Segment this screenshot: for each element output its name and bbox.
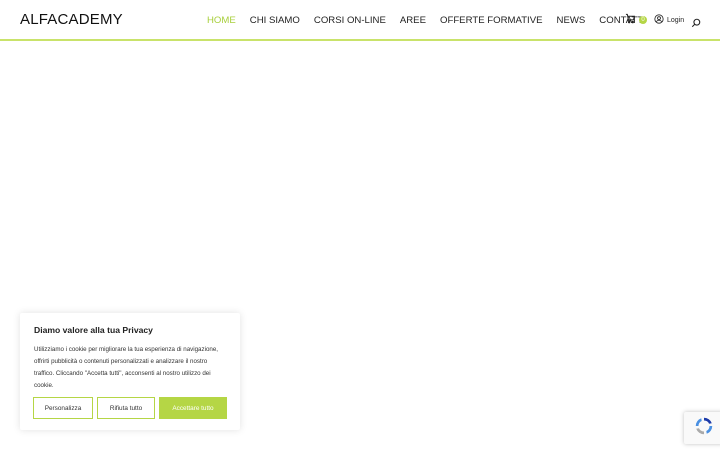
site-logo[interactable]: ALFACADEMY	[20, 11, 123, 28]
cookie-buttons: Personalizza Rifiuta tutto Accettare tut…	[33, 397, 227, 419]
login-label: Login	[667, 16, 685, 24]
recaptcha-icon	[693, 415, 715, 442]
accept-all-button[interactable]: Accettare tutto	[159, 397, 227, 419]
cookie-title: Diamo valore alla tua Privacy	[34, 325, 153, 335]
customize-button[interactable]: Personalizza	[33, 397, 93, 419]
cart-icon	[625, 11, 636, 29]
nav-item-offerte-formative[interactable]: OFFERTE FORMATIVE	[440, 15, 543, 26]
nav-item-corsi-on-line[interactable]: CORSI ON-LINE	[314, 15, 386, 26]
nav-item-home[interactable]: HOME	[207, 15, 236, 26]
cart-button[interactable]: 0	[625, 11, 647, 29]
nav-item-aree[interactable]: AREE	[400, 15, 426, 26]
reject-all-button[interactable]: Rifiuta tutto	[97, 397, 155, 419]
main-nav: HOME CHI SIAMO CORSI ON-LINE AREE OFFERT…	[207, 0, 660, 40]
nav-item-news[interactable]: NEWS	[557, 15, 586, 26]
cart-count-badge: 0	[639, 16, 647, 24]
search-button[interactable]	[691, 15, 701, 33]
login-link[interactable]: Login	[654, 14, 684, 26]
nav-item-chi-siamo[interactable]: CHI SIAMO	[250, 15, 300, 26]
user-circle-icon	[654, 14, 667, 26]
search-icon	[691, 15, 701, 32]
recaptcha-badge[interactable]	[684, 412, 720, 444]
cookie-consent-banner: Diamo valore alla tua Privacy Utilizziam…	[20, 313, 240, 430]
cookie-text: Utilizziamo i cookie per migliorare la t…	[34, 346, 218, 389]
site-header: ALFACADEMY HOME CHI SIAMO CORSI ON-LINE …	[0, 0, 720, 41]
